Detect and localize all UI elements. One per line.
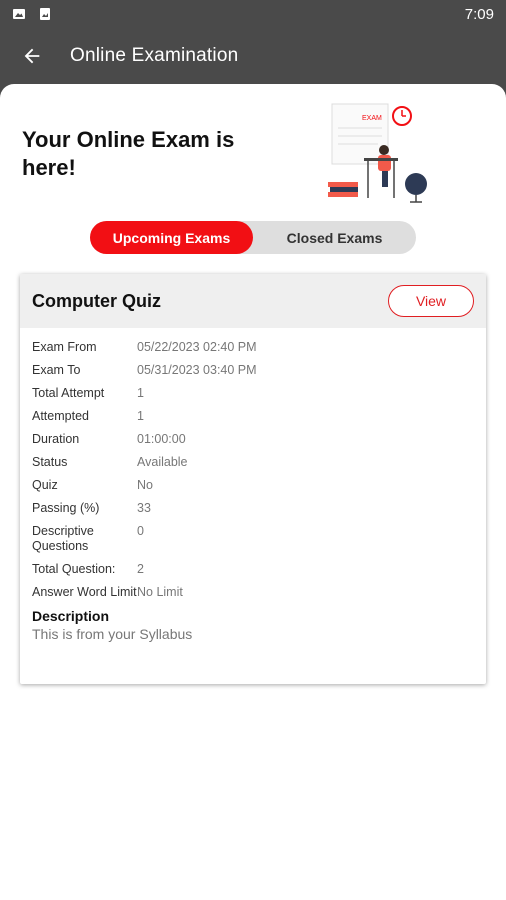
description-label: Description xyxy=(32,608,110,624)
detail-label: Total Attempt xyxy=(32,386,105,400)
view-button[interactable]: View xyxy=(388,285,474,317)
detail-row: Answer Word Limit No Limit xyxy=(32,585,474,600)
hero-title: Your Online Exam is here! xyxy=(22,127,235,180)
detail-row: Quiz No xyxy=(32,478,474,493)
status-bar: 7:09 xyxy=(0,0,506,28)
description-text: This is from your Syllabus xyxy=(32,626,193,642)
detail-label: Attempted xyxy=(32,409,89,423)
tab-closed-exams[interactable]: Closed Exams xyxy=(253,221,416,254)
detail-row: Total Attempt 1 xyxy=(32,386,474,401)
detail-value: No xyxy=(137,478,153,492)
detail-row: Status Available xyxy=(32,455,474,470)
detail-value: 0 xyxy=(137,524,144,538)
exam-card: Computer Quiz View Exam From 05/22/2023 … xyxy=(20,274,486,684)
detail-label: Answer Word Limit xyxy=(32,585,137,599)
detail-value: 2 xyxy=(137,562,144,576)
app-title: Online Examination xyxy=(70,45,239,66)
detail-row: Total Question: 2 xyxy=(32,562,474,577)
exam-title: Computer Quiz xyxy=(32,290,161,311)
detail-row: Duration 01:00:00 xyxy=(32,432,474,447)
detail-value: 1 xyxy=(137,386,144,400)
detail-row: Exam From 05/22/2023 02:40 PM xyxy=(32,340,474,355)
exam-card-header: Computer Quiz View xyxy=(20,274,486,328)
detail-value: 05/22/2023 02:40 PM xyxy=(137,340,257,354)
detail-label: Quiz xyxy=(32,478,58,492)
status-time: 7:09 xyxy=(464,5,494,23)
detail-label: Total Question: xyxy=(32,562,116,576)
detail-row: Passing (%) 33 xyxy=(32,501,474,516)
detail-label: Exam From xyxy=(32,340,97,354)
detail-row: Attempted 1 xyxy=(32,409,474,424)
detail-value: 33 xyxy=(137,501,151,515)
detail-label: Descriptive Questions xyxy=(32,524,94,553)
exam-details: Exam From 05/22/2023 02:40 PM Exam To 05… xyxy=(20,328,486,642)
app-bar: Online Examination xyxy=(0,28,506,84)
main-content: Your Online Exam is here! EXAM Upcoming … xyxy=(0,84,506,900)
arrow-back-icon xyxy=(24,48,40,64)
status-icons xyxy=(12,7,52,21)
gallery-icon xyxy=(13,9,25,19)
detail-label: Passing (%) xyxy=(32,501,100,515)
detail-value: No Limit xyxy=(137,585,183,599)
illustration-label: EXAM xyxy=(362,115,382,122)
detail-label: Exam To xyxy=(32,363,81,377)
tab-upcoming-exams[interactable]: Upcoming Exams xyxy=(90,221,253,254)
image-notification-icon xyxy=(40,8,50,20)
exam-tabs: Upcoming Exams Closed Exams xyxy=(90,221,416,254)
detail-value: 1 xyxy=(137,409,144,423)
detail-row: Exam To 05/31/2023 03:40 PM xyxy=(32,363,474,378)
detail-label: Status xyxy=(32,455,68,469)
detail-value: Available xyxy=(137,455,188,469)
detail-value: 01:00:00 xyxy=(137,432,186,446)
exam-illustration: EXAM xyxy=(328,103,427,203)
detail-value: 05/31/2023 03:40 PM xyxy=(137,363,257,377)
detail-row: Descriptive Questions 0 xyxy=(32,524,474,554)
back-button[interactable] xyxy=(12,36,52,76)
detail-label: Duration xyxy=(32,432,80,446)
